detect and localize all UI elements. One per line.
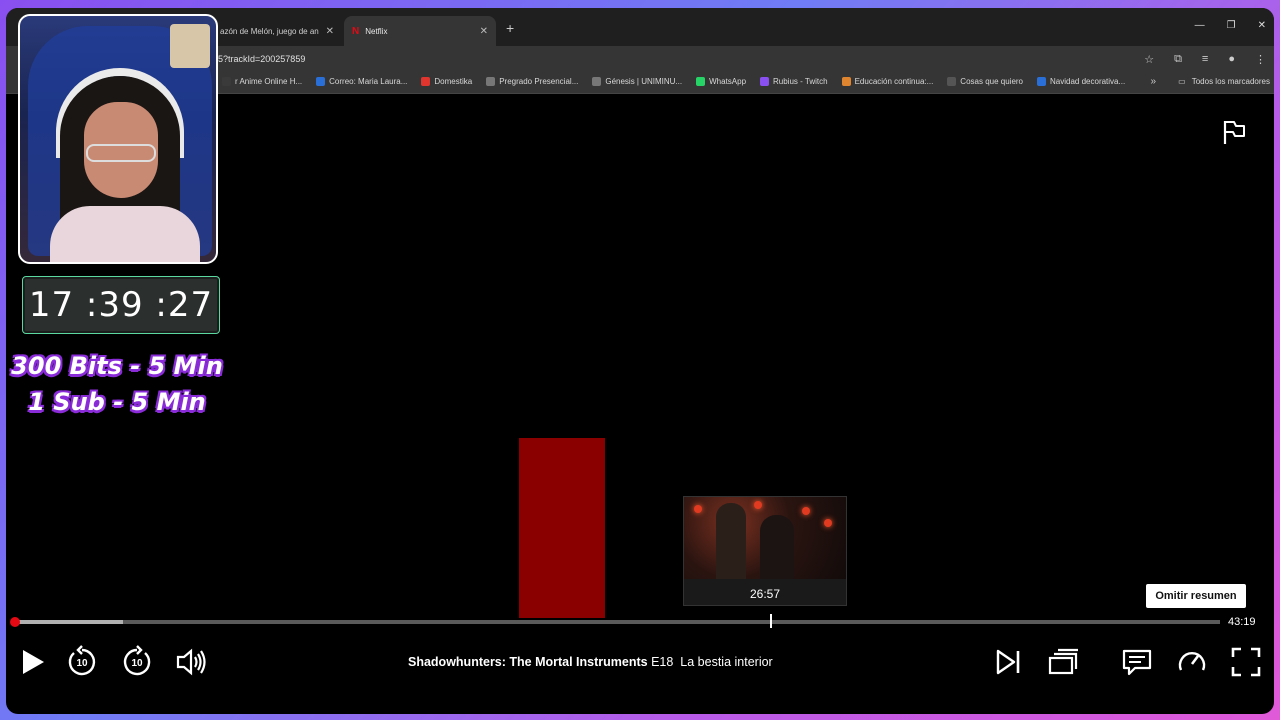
bookmark-favicon-icon: [222, 77, 231, 86]
bookmark-item[interactable]: Rubius - Twitch: [760, 77, 828, 86]
subathon-timer: 17 :39 :27: [22, 276, 220, 334]
bits-rule-text: 300 Bits - 5 Min: [11, 352, 223, 380]
profile-icon[interactable]: ●: [1228, 53, 1235, 66]
bookmark-label: Génesis | UNIMINU...: [605, 77, 683, 86]
episode-number: E18: [651, 655, 674, 669]
wall-poster: [170, 24, 210, 68]
progress-scrubber[interactable]: [10, 617, 20, 627]
minimize-icon[interactable]: —: [1195, 20, 1205, 31]
progress-buffered: [14, 620, 123, 624]
episodes-icon[interactable]: [1045, 644, 1081, 680]
preview-image: [684, 497, 846, 579]
tab-label: Netflix: [365, 26, 388, 36]
window-controls: — ❐ ✕: [1195, 20, 1266, 31]
extensions-icon[interactable]: ⧉: [1174, 53, 1182, 66]
bookmark-item[interactable]: Domestika: [421, 77, 472, 86]
star-icon[interactable]: ☆: [1144, 53, 1154, 66]
browser-tab-active[interactable]: N Netflix ✕: [344, 16, 496, 46]
hover-position-marker: [770, 614, 773, 628]
bookmark-favicon-icon: [841, 77, 851, 86]
new-tab-icon[interactable]: +: [506, 20, 514, 36]
forward-10-icon[interactable]: 10: [119, 644, 155, 680]
bookmark-label: Cosas que quiero: [960, 77, 1024, 86]
bookmark-favicon-icon: [486, 77, 496, 86]
menu-icon[interactable]: ⋮: [1255, 53, 1266, 66]
playback-speed-icon[interactable]: [1174, 644, 1210, 680]
skip-recap-button[interactable]: Omitir resumen: [1146, 584, 1246, 608]
bookmarks-list: r Anime Online H... Correo: Maria Laura..…: [222, 77, 1125, 86]
bookmark-label: Rubius - Twitch: [773, 77, 828, 86]
bookmark-item[interactable]: r Anime Online H...: [222, 77, 302, 86]
bookmark-favicon-icon: [316, 77, 326, 86]
glasses: [86, 144, 156, 162]
svg-text:10: 10: [131, 658, 143, 669]
bookmark-favicon-icon: [760, 77, 770, 86]
all-bookmarks-label: Todos los marcadores: [1191, 77, 1270, 86]
next-episode-icon[interactable]: [990, 644, 1026, 680]
bookmark-label: Navidad decorativa...: [1050, 77, 1126, 86]
bookmark-favicon-icon: [696, 77, 706, 86]
close-window-icon[interactable]: ✕: [1258, 20, 1266, 31]
bookmark-item[interactable]: Pregrado Presencial...: [486, 77, 578, 86]
all-bookmarks[interactable]: ▭ Todos los marcadores: [1178, 77, 1270, 86]
url-text[interactable]: 5?trackId=200257859: [218, 54, 305, 64]
bookmark-label: Pregrado Presencial...: [499, 77, 579, 86]
address-bar-icons: ☆ ⧉ ≡ ● ⋮: [1144, 53, 1266, 66]
player-controls: 10 10 Shadowhunters: The Mortal Instrume…: [6, 644, 1274, 684]
video-frame-red-block: [519, 438, 605, 618]
fullscreen-icon[interactable]: [1228, 644, 1264, 680]
bookmark-item[interactable]: Correo: Maria Laura...: [316, 77, 407, 86]
media-icon[interactable]: ≡: [1202, 53, 1208, 66]
more-bookmarks-icon[interactable]: »: [1150, 76, 1156, 87]
bookmark-favicon-icon: [592, 77, 602, 86]
subtitles-icon[interactable]: [1119, 644, 1155, 680]
progress-bar[interactable]: [10, 614, 1220, 628]
bookmark-item[interactable]: Educación continua:...: [841, 77, 934, 86]
volume-icon[interactable]: [173, 644, 209, 680]
bookmark-label: r Anime Online H...: [235, 77, 303, 86]
bookmark-favicon-icon: [421, 77, 431, 86]
close-icon[interactable]: ✕: [480, 26, 488, 37]
episode-title: La bestia interior: [680, 655, 773, 669]
bookmark-label: Domestika: [434, 77, 473, 86]
scrub-preview: 26:57: [683, 496, 847, 606]
folder-icon: ▭: [1178, 77, 1186, 86]
bookmark-item[interactable]: Cosas que quiero: [947, 77, 1023, 86]
preview-time: 26:57: [749, 587, 781, 601]
tab-label: azón de Melón, juego de an: [220, 26, 319, 36]
netflix-icon: N: [352, 25, 360, 37]
bookmark-label: WhatsApp: [709, 77, 747, 86]
episode-title-line: Shadowhunters: The Mortal Instruments E1…: [408, 655, 773, 669]
bookmark-label: Correo: Maria Laura...: [329, 77, 408, 86]
close-icon[interactable]: ✕: [326, 26, 334, 37]
report-flag-icon[interactable]: [1220, 118, 1248, 151]
remaining-time: 43:19: [1228, 616, 1256, 628]
sub-rule-text: 1 Sub - 5 Min: [28, 388, 206, 416]
restore-icon[interactable]: ❐: [1227, 20, 1236, 31]
play-icon[interactable]: [14, 644, 50, 680]
browser-tab[interactable]: azón de Melón, juego de an ✕: [212, 16, 342, 46]
bookmark-item[interactable]: Génesis | UNIMINU...: [592, 77, 682, 86]
bookmark-favicon-icon: [947, 77, 957, 86]
bookmark-label: Educación continua:...: [854, 77, 934, 86]
bookmark-item[interactable]: Navidad decorativa...: [1037, 77, 1125, 86]
webcam-feed: [18, 14, 218, 264]
rewind-10-icon[interactable]: 10: [64, 644, 100, 680]
bookmark-item[interactable]: WhatsApp: [696, 77, 746, 86]
svg-text:10: 10: [76, 658, 88, 669]
bookmark-favicon-icon: [1037, 77, 1047, 86]
show-title: Shadowhunters: The Mortal Instruments: [408, 655, 648, 669]
